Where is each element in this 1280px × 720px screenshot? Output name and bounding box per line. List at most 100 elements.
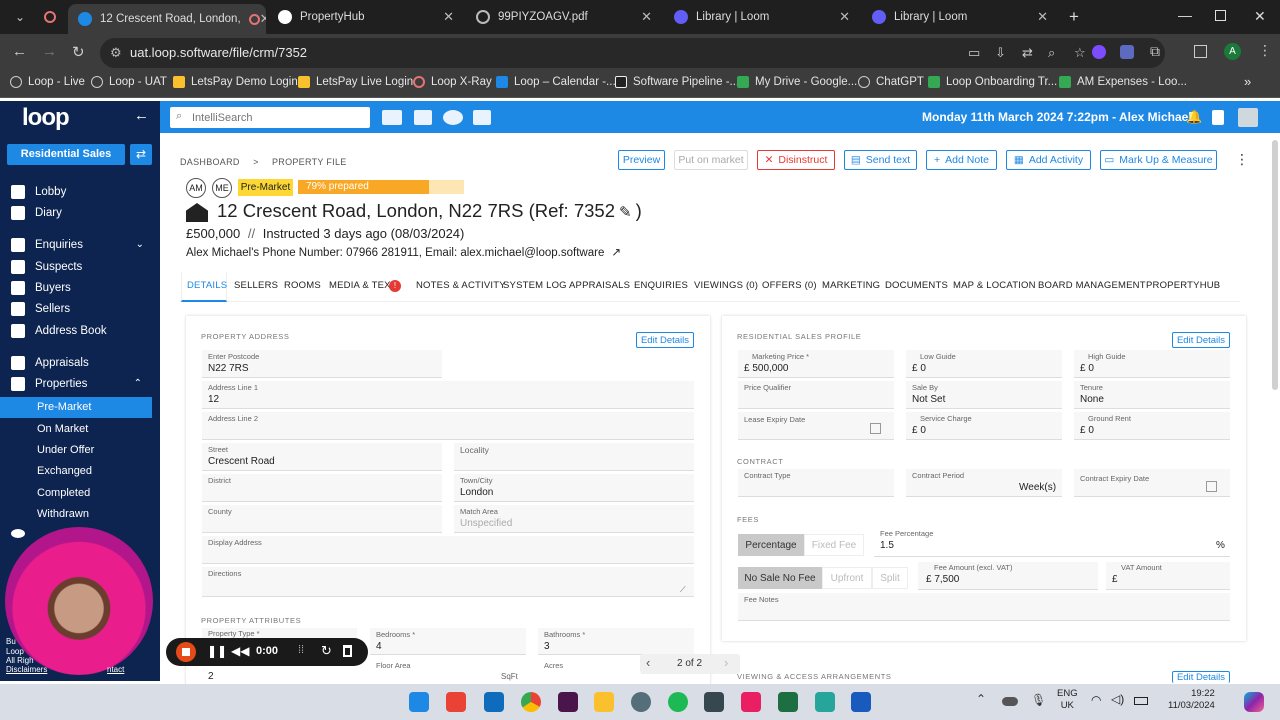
tab-pdf[interactable]: 99PIYZOAGV.pdf ✕	[466, 0, 662, 34]
settings-icon[interactable]	[631, 692, 651, 712]
calendar-icon[interactable]	[870, 423, 881, 434]
breadcrumb-dashboard[interactable]: DASHBOARD	[180, 157, 240, 167]
windows-start-icon[interactable]	[409, 692, 429, 712]
collapse-sidebar-icon[interactable]: ←	[134, 107, 149, 124]
sidebar-subitem-exchanged[interactable]: Exchanged	[0, 461, 152, 482]
wifi-icon[interactable]: ◠	[1091, 693, 1101, 707]
phone-number[interactable]: 07966 281911	[346, 247, 419, 259]
tab-details[interactable]: DETAILS	[187, 280, 227, 291]
sidebar-subitem-on-market[interactable]: On Market	[0, 419, 152, 440]
edit-details-button[interactable]: Edit Details	[1172, 671, 1230, 683]
sidebar-item-enquiries[interactable]: Enquiries ⌄	[0, 234, 152, 255]
outlook-icon[interactable]	[484, 692, 504, 712]
gmail-icon[interactable]	[446, 692, 466, 712]
puzzle-icon[interactable]: ⧉	[1150, 43, 1160, 60]
close-window-button[interactable]: ✕	[1254, 8, 1266, 25]
sidebar-item-lobby[interactable]: Lobby	[0, 181, 152, 202]
bookmark-loop-xray[interactable]: Loop X-Ray	[413, 76, 492, 88]
chevron-left-icon[interactable]: ‹	[646, 655, 650, 670]
bookmark-expenses[interactable]: AM Expenses - Loo...	[1059, 76, 1187, 88]
contact-link[interactable]: ntact	[107, 665, 124, 674]
avatar[interactable]	[1238, 108, 1258, 127]
tab-propertyhub[interactable]: PROPERTYHUB	[1146, 280, 1220, 291]
profile-avatar[interactable]: A	[1224, 43, 1241, 60]
rewind-icon[interactable]: ◀◀	[231, 644, 249, 658]
calendar-icon[interactable]	[1206, 481, 1217, 492]
language-indicator[interactable]: ENG UK	[1057, 688, 1078, 712]
bookmarks-overflow-icon[interactable]: »	[1244, 74, 1251, 89]
disclaimers-link[interactable]: Disclaimers	[6, 665, 47, 674]
drag-handle-icon[interactable]: ⁞⁞	[298, 644, 304, 656]
snipping-tool-icon[interactable]	[741, 692, 761, 712]
battery-icon[interactable]	[1134, 697, 1148, 705]
tab-system-log[interactable]: SYSTEM LOG	[503, 280, 567, 291]
excel-icon[interactable]	[778, 692, 798, 712]
add-viewing-icon[interactable]	[443, 110, 463, 125]
tab-search-icon[interactable]: ⌄	[15, 10, 25, 24]
mark-up-measure-button[interactable]: ▭ Mark Up & Measure	[1100, 150, 1217, 170]
edit-details-button[interactable]: Edit Details	[636, 332, 694, 348]
switch-department-icon[interactable]: ⇄	[130, 144, 152, 165]
clipboard-icon[interactable]	[1212, 110, 1224, 125]
bookmark-loop-live[interactable]: Loop - Live	[10, 76, 85, 88]
display-address-field[interactable]	[202, 536, 694, 564]
extension-icon[interactable]	[1092, 45, 1106, 59]
tab-marketing[interactable]: MARKETING	[822, 280, 880, 291]
more-options-icon[interactable]: ⋮	[1235, 151, 1249, 168]
cast-icon[interactable]: ▭	[968, 38, 980, 68]
sidebar-item-sellers[interactable]: Sellers	[0, 298, 152, 319]
tab-documents[interactable]: DOCUMENTS	[885, 280, 948, 291]
spotify-icon[interactable]	[668, 692, 688, 712]
address-line1-field[interactable]	[202, 381, 694, 409]
sidebar-item-address-book[interactable]: Address Book	[0, 320, 152, 341]
bell-icon[interactable]: 🔔	[1186, 109, 1202, 125]
bookmark-drive[interactable]: My Drive - Google...	[737, 76, 857, 88]
fee-notes-field[interactable]	[738, 593, 1230, 621]
county-field[interactable]	[202, 505, 442, 533]
chevron-up-icon[interactable]: ⌃	[976, 692, 986, 706]
new-tab-button[interactable]: +	[1069, 7, 1079, 27]
sidebar-item-appraisals[interactable]: Appraisals	[0, 352, 152, 373]
word-icon[interactable]	[851, 692, 871, 712]
tab-notes-activity[interactable]: NOTES & ACTIVITY	[416, 280, 506, 291]
agent-avatar[interactable]: ME	[212, 178, 232, 198]
email-address[interactable]: alex.michael@loop.software	[460, 247, 604, 259]
close-icon[interactable]: ✕	[839, 9, 850, 25]
district-field[interactable]	[202, 474, 442, 502]
file-explorer-icon[interactable]	[594, 692, 614, 712]
add-contact-icon[interactable]	[382, 110, 402, 125]
address-line2-field[interactable]	[202, 412, 694, 440]
reload-icon[interactable]: ↻	[72, 43, 85, 61]
tab-crescent-road[interactable]: 12 Crescent Road, London, ✕	[68, 4, 266, 34]
scrollbar[interactable]	[1272, 140, 1278, 390]
trash-icon[interactable]	[343, 645, 352, 657]
restore-button[interactable]	[1215, 10, 1226, 21]
tab-sellers[interactable]: SELLERS	[234, 280, 278, 291]
department-selector[interactable]: Residential Sales	[7, 144, 125, 165]
phone-link-icon[interactable]	[704, 692, 724, 712]
add-property-icon[interactable]	[414, 110, 432, 125]
no-sale-no-fee-toggle[interactable]: No Sale No Fee	[738, 567, 822, 589]
edit-details-button[interactable]: Edit Details	[1172, 332, 1230, 348]
sidebar-subitem-withdrawn[interactable]: Withdrawn	[0, 504, 152, 525]
add-activity-button[interactable]: ▦ Add Activity	[1006, 150, 1091, 170]
pencil-icon[interactable]: ✎	[619, 204, 632, 221]
close-icon[interactable]: ✕	[260, 11, 266, 27]
sidebar-item-properties[interactable]: Properties ⌃	[0, 373, 152, 394]
tab-enquiries[interactable]: ENQUIRIES	[634, 280, 688, 291]
close-icon[interactable]: ✕	[443, 9, 454, 25]
sidepanel-icon[interactable]	[1194, 45, 1207, 58]
site-info-icon[interactable]: ⚙	[110, 38, 122, 68]
bookmark-letspay-live[interactable]: LetsPay Live Login	[298, 76, 413, 88]
fixed-fee-toggle[interactable]: Fixed Fee	[804, 534, 864, 556]
minimize-button[interactable]: —	[1178, 7, 1192, 23]
install-icon[interactable]: ⇩	[995, 38, 1006, 68]
clock[interactable]: 19:22 11/03/2024	[1168, 688, 1215, 712]
add-appraisal-icon[interactable]	[473, 110, 491, 125]
bookmark-chatgpt[interactable]: ChatGPT	[858, 76, 924, 88]
locality-field[interactable]	[454, 443, 694, 471]
restart-icon[interactable]: ↻	[321, 643, 332, 659]
menu-icon[interactable]: ⋮	[1258, 42, 1272, 59]
tab-appraisals[interactable]: APPRAISALS	[569, 280, 630, 291]
bookmark-pipeline[interactable]: Software Pipeline -...	[615, 76, 739, 88]
